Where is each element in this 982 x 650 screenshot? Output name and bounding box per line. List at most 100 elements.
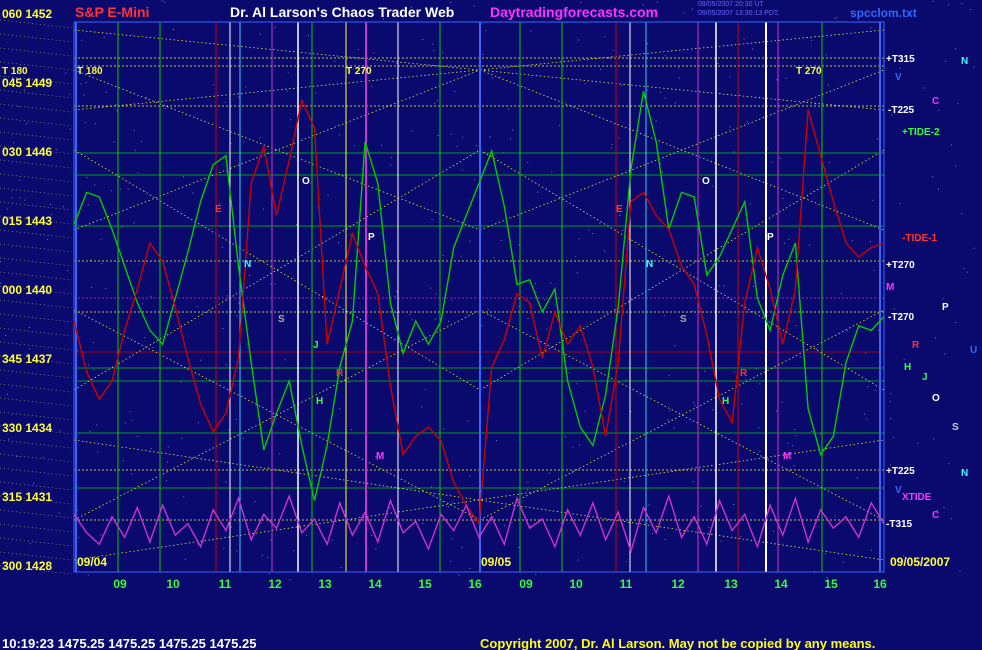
star-dot	[955, 48, 956, 50]
star-dot	[144, 337, 146, 339]
star-dot	[943, 507, 945, 509]
margin-hatch	[0, 173, 73, 183]
price-axis-label: 330 1434	[2, 421, 52, 435]
star-dot	[588, 229, 590, 231]
star-dot	[448, 505, 449, 507]
star-dot	[664, 55, 666, 57]
star-dot	[443, 428, 445, 430]
star-dot	[270, 539, 272, 541]
star-dot	[411, 66, 413, 68]
star-dot	[0, 261, 1, 263]
star-dot	[422, 522, 424, 524]
star-dot	[740, 536, 742, 538]
star-dot	[460, 255, 462, 257]
star-dot	[101, 263, 103, 264]
price-axis-label: 345 1437	[2, 352, 52, 366]
star-dot	[394, 295, 396, 297]
star-dot	[899, 203, 901, 204]
star-dot	[870, 27, 872, 29]
star-dot	[261, 554, 263, 556]
star-dot	[230, 142, 232, 144]
star-dot	[222, 246, 223, 248]
star-dot	[137, 436, 139, 437]
star-dot	[808, 244, 810, 246]
star-dot	[180, 381, 182, 383]
data-filename: spcclom.txt	[850, 6, 917, 20]
star-dot	[655, 120, 657, 122]
star-dot	[118, 257, 120, 259]
star-dot	[961, 213, 963, 214]
planet-letter: N	[961, 468, 968, 479]
star-dot	[799, 356, 801, 358]
star-dot	[487, 308, 489, 310]
margin-hatch	[0, 89, 73, 99]
margin-hatch	[0, 187, 73, 197]
star-dot	[537, 191, 539, 193]
margin-hatch	[0, 257, 73, 267]
star-dot	[81, 39, 83, 41]
star-dot	[461, 546, 463, 548]
star-dot	[5, 335, 6, 336]
star-dot	[29, 348, 30, 350]
star-dot	[94, 123, 96, 125]
star-dot	[338, 134, 340, 136]
star-dot	[371, 535, 372, 536]
star-dot	[578, 238, 580, 240]
star-dot	[874, 389, 876, 391]
star-dot	[331, 539, 333, 541]
star-dot	[749, 203, 751, 205]
event-marker: J	[313, 340, 319, 351]
star-dot	[870, 549, 872, 551]
star-dot	[236, 315, 238, 317]
star-dot	[287, 71, 289, 73]
event-marker: R	[336, 368, 344, 379]
star-dot	[127, 188, 129, 190]
star-dot	[779, 157, 781, 159]
margin-hatch	[0, 397, 73, 407]
star-dot	[435, 293, 437, 295]
star-dot	[622, 229, 624, 231]
star-dot	[424, 388, 426, 390]
star-dot	[673, 427, 675, 429]
star-dot	[841, 292, 843, 294]
star-dot	[508, 108, 509, 110]
margin-hatch	[0, 467, 73, 477]
margin-hatch	[0, 33, 73, 43]
star-dot	[959, 570, 961, 572]
star-dot	[167, 461, 168, 463]
star-dot	[390, 164, 392, 166]
star-dot	[24, 199, 26, 201]
star-dot	[437, 134, 439, 136]
star-dot	[669, 410, 671, 412]
star-dot	[758, 427, 760, 429]
star-dot	[305, 535, 307, 537]
star-dot	[340, 566, 342, 568]
star-dot	[94, 369, 96, 371]
star-dot	[752, 48, 753, 50]
margin-hatch	[0, 243, 73, 253]
margin-hatch	[0, 103, 73, 113]
star-dot	[512, 129, 514, 131]
star-dot	[226, 171, 228, 173]
star-dot	[29, 543, 31, 545]
star-dot	[890, 418, 891, 420]
time-axis-tick: 16	[873, 577, 887, 591]
star-dot	[375, 548, 377, 550]
star-dot	[741, 403, 743, 405]
star-dot	[268, 467, 270, 469]
star-dot	[604, 250, 606, 252]
planet-letter: C	[932, 510, 939, 521]
star-dot	[551, 171, 553, 173]
star-dot	[782, 197, 784, 199]
star-dot	[825, 553, 827, 555]
star-dot	[973, 66, 975, 68]
star-dot	[873, 269, 875, 271]
star-dot	[441, 501, 443, 503]
star-dot	[973, 247, 975, 249]
right-line-label: +T270	[886, 260, 915, 271]
star-dot	[865, 352, 867, 354]
time-axis-tick: 15	[824, 577, 838, 591]
site-link[interactable]: Daytradingforecasts.com	[490, 4, 658, 20]
star-dot	[456, 145, 458, 147]
event-marker: P	[767, 232, 774, 243]
